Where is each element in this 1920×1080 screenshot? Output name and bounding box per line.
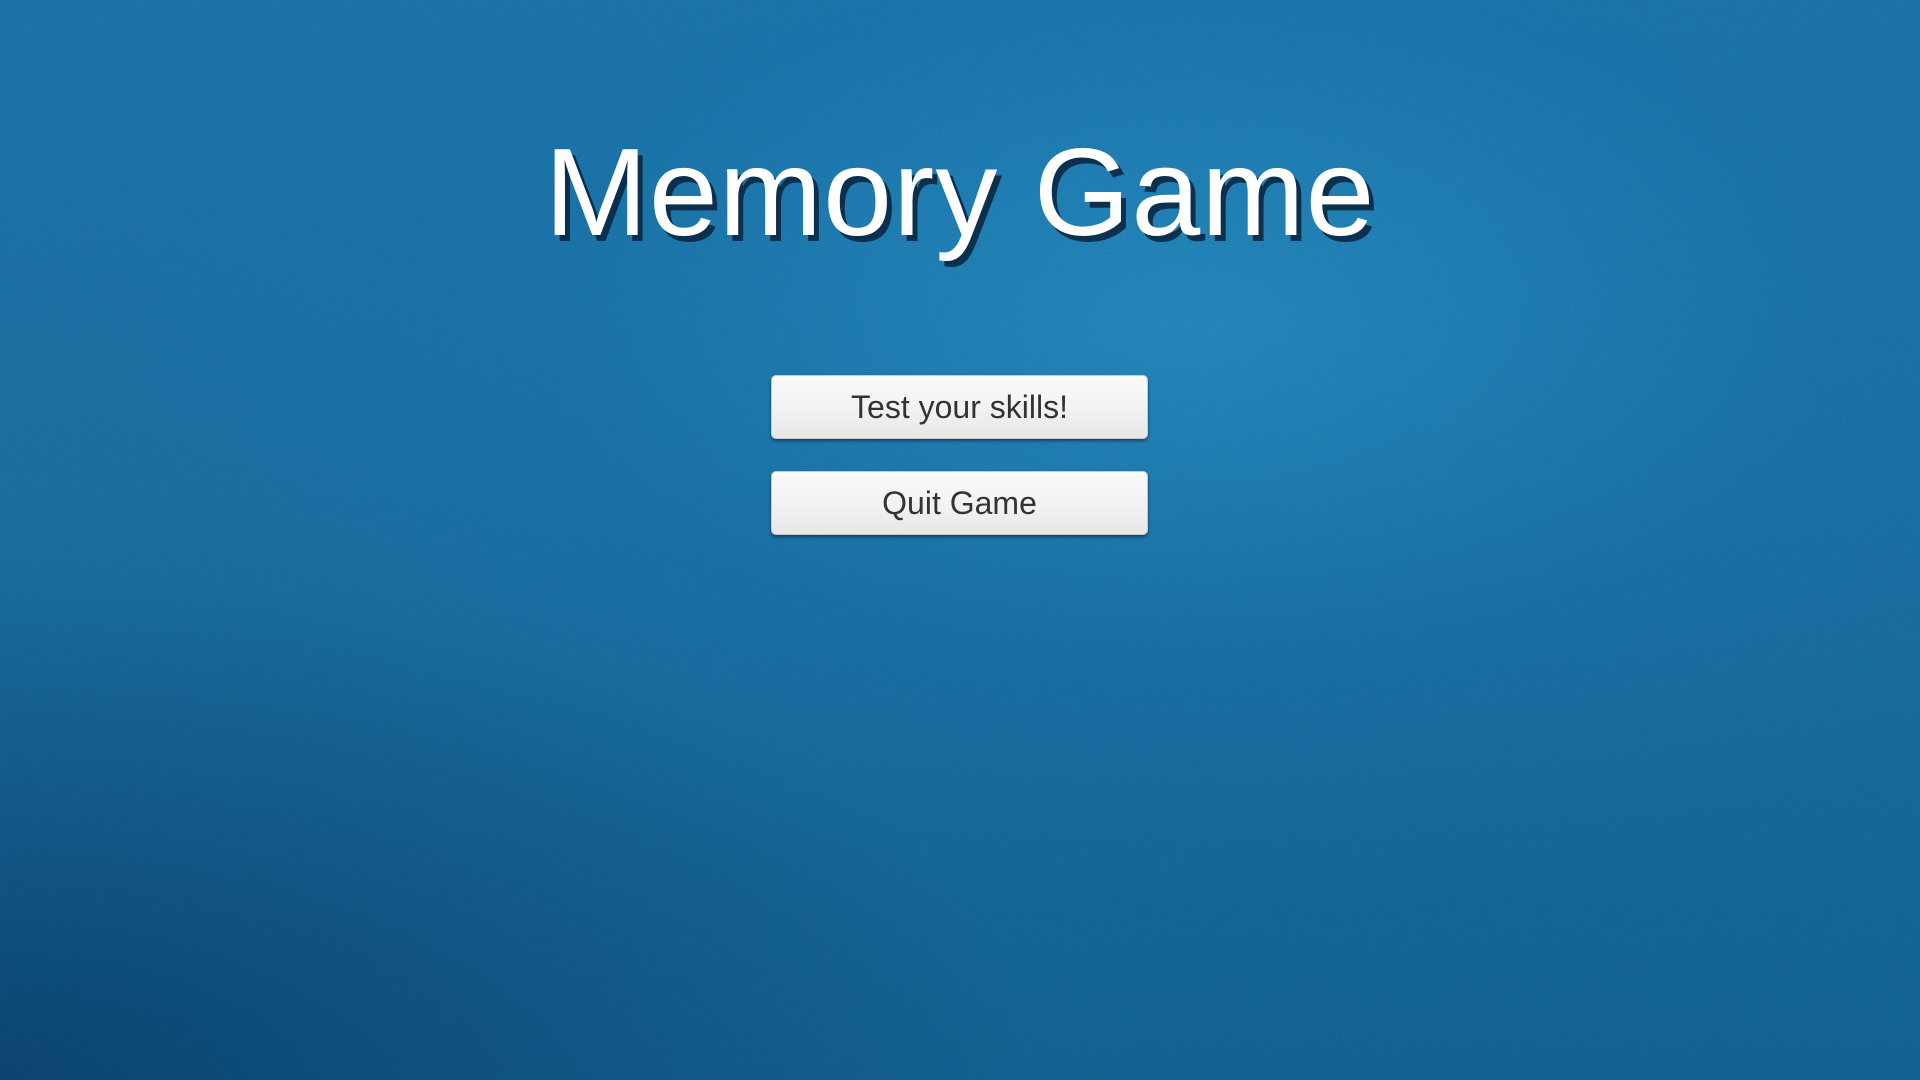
quit-game-button[interactable]: Quit Game (771, 471, 1148, 535)
test-your-skills-button[interactable]: Test your skills! (771, 375, 1148, 439)
game-title: Memory Game (544, 124, 1376, 262)
